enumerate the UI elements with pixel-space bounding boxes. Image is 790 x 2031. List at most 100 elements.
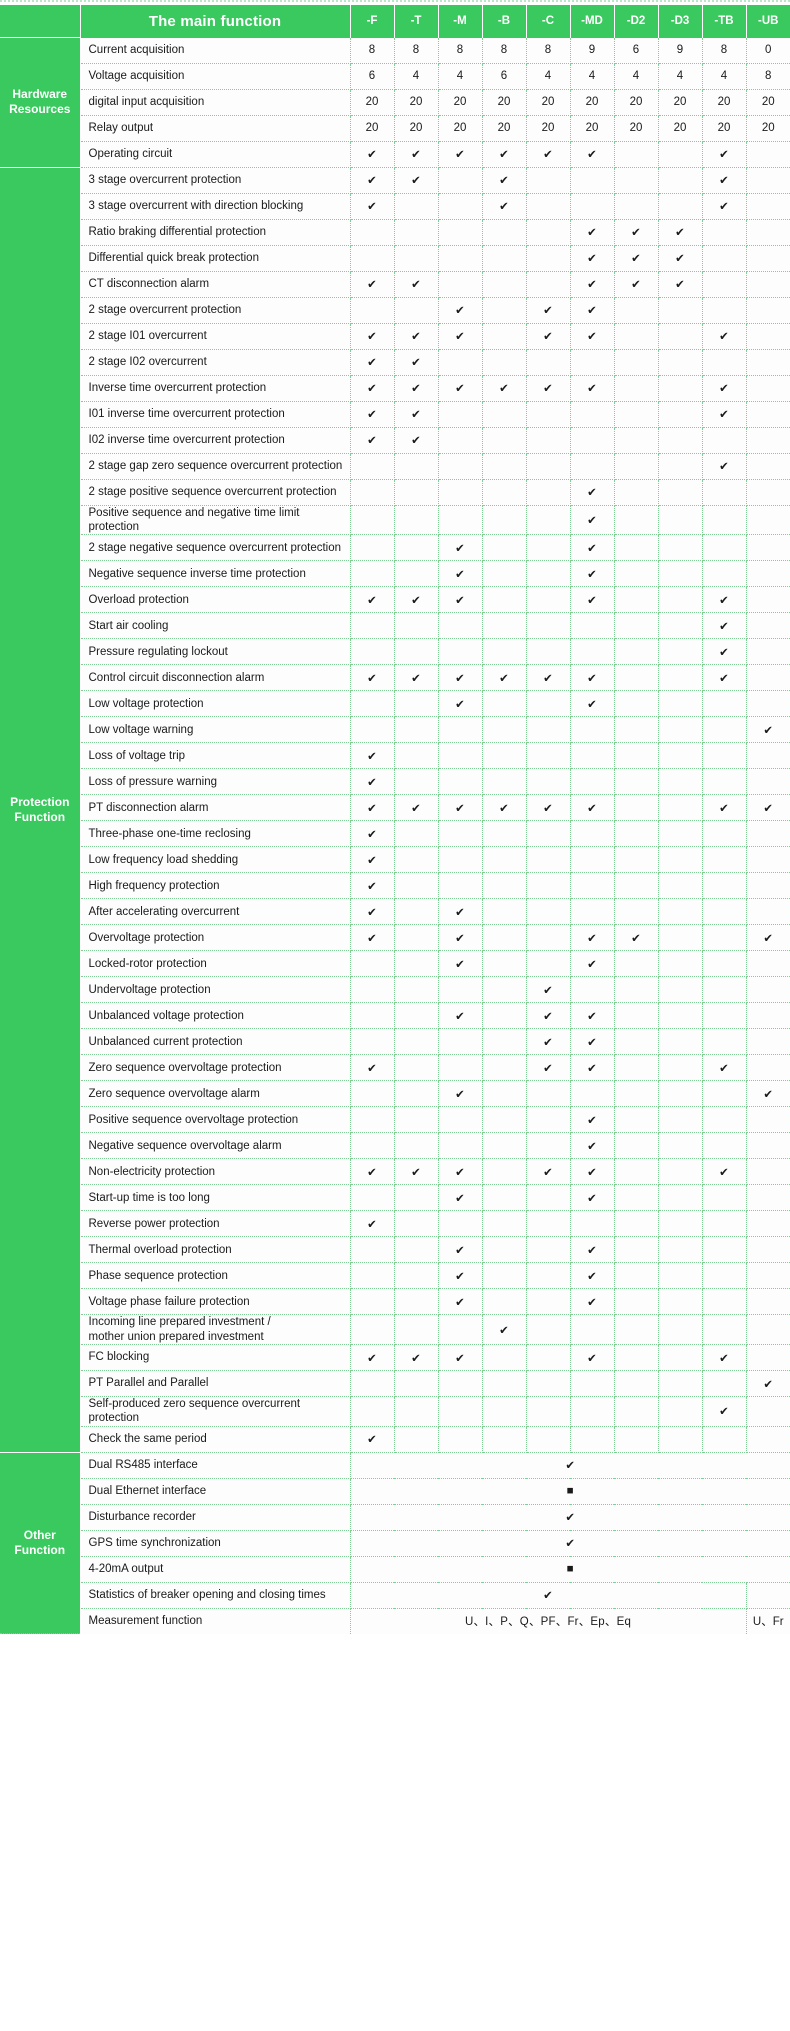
cell-ub <box>746 271 790 298</box>
cell-d3 <box>658 1054 703 1082</box>
cell-f <box>350 1080 395 1108</box>
cell-tb: ✔ <box>702 453 747 480</box>
cell-tb: ✔ <box>702 141 747 168</box>
cell-f <box>350 1002 395 1030</box>
cell-d3 <box>658 1344 703 1371</box>
cell-b <box>482 505 527 536</box>
cell-b <box>482 1106 527 1134</box>
cell-t: ✔ <box>394 794 439 822</box>
cell-b <box>482 534 527 562</box>
table-row: Locked-rotor protection ✔ ✔ <box>0 950 790 978</box>
cell-f <box>350 1396 395 1427</box>
cell-tb: ✔ <box>702 167 747 194</box>
cell-m <box>438 1426 483 1453</box>
cell-d3: ✔ <box>658 219 703 246</box>
function-name: Loss of voltage trip <box>80 742 351 770</box>
cell-t <box>394 612 439 640</box>
table-row: Self-produced zero sequence overcurrent … <box>0 1396 790 1427</box>
table-row: Low voltage protection ✔ ✔ <box>0 690 790 718</box>
cell-ub <box>746 167 790 194</box>
cell-c <box>526 1132 571 1160</box>
cell-c: ✔ <box>526 323 571 350</box>
cell-c <box>526 349 571 376</box>
cell-d3: ✔ <box>658 245 703 272</box>
cell-b <box>482 768 527 796</box>
cell-ub <box>746 820 790 848</box>
cell-t <box>394 505 439 536</box>
cell-ub <box>746 586 790 614</box>
cell-t <box>394 1028 439 1056</box>
cell-d2 <box>614 401 659 428</box>
cell-d3 <box>658 1028 703 1056</box>
cell-md: ✔ <box>570 323 615 350</box>
cell-md: ✔ <box>570 479 615 506</box>
cell-m: ✔ <box>438 141 483 168</box>
cell-d3: ✔ <box>658 271 703 298</box>
cell-f: 20 <box>350 115 395 142</box>
header-model-b: -B <box>482 5 527 38</box>
cell-c <box>526 427 571 454</box>
table-row: Statistics of breaker opening and closin… <box>0 1582 790 1609</box>
cell-t: 20 <box>394 115 439 142</box>
cell-m <box>438 271 483 298</box>
function-name: 2 stage positive sequence overcurrent pr… <box>80 479 351 506</box>
cell-t: ✔ <box>394 271 439 298</box>
cell-t <box>394 297 439 324</box>
cell-t: ✔ <box>394 401 439 428</box>
cell-m: ✔ <box>438 950 483 978</box>
cell-f <box>350 638 395 666</box>
table-row: After accelerating overcurrent ✔ ✔ <box>0 898 790 926</box>
cell-d2 <box>614 1132 659 1160</box>
table-row: Start air cooling ✔ <box>0 612 790 640</box>
cell-c <box>526 1344 571 1371</box>
cell-b: ✔ <box>482 1314 527 1345</box>
cell-ub: ✔ <box>746 716 790 744</box>
cell-md: ✔ <box>570 1028 615 1056</box>
table-row: Differential quick break protection ✔ ✔ ✔ <box>0 245 790 272</box>
table-row: Three-phase one-time reclosing ✔ <box>0 820 790 848</box>
cell-f <box>350 1236 395 1264</box>
cell-f: 8 <box>350 37 395 64</box>
cell-md: ✔ <box>570 950 615 978</box>
cell-tb <box>702 976 747 1004</box>
cell-d2 <box>614 505 659 536</box>
cell-ub <box>746 1314 790 1345</box>
table-row: Operating circuit ✔ ✔ ✔ ✔ ✔ ✔ ✔ <box>0 141 790 168</box>
cell-m <box>438 1106 483 1134</box>
cell-t <box>394 690 439 718</box>
cell-f: ✔ <box>350 167 395 194</box>
cell-m <box>438 427 483 454</box>
function-name: Differential quick break protection <box>80 245 351 272</box>
function-name: 2 stage I01 overcurrent <box>80 323 351 350</box>
cell-md <box>570 820 615 848</box>
cell-tb <box>702 349 747 376</box>
cell-t: ✔ <box>394 349 439 376</box>
cell-tb <box>702 534 747 562</box>
cell-d3 <box>658 375 703 402</box>
cell-d2 <box>614 1210 659 1238</box>
cell-t: ✔ <box>394 1344 439 1371</box>
table-row: Undervoltage protection ✔ <box>0 976 790 1004</box>
cell-b <box>482 1262 527 1290</box>
function-name: Dual Ethernet interface <box>80 1478 351 1505</box>
cell-c <box>526 505 571 536</box>
cell-d3 <box>658 505 703 536</box>
table-row: PT Parallel and Parallel ✔ <box>0 1370 790 1397</box>
cell-ub <box>746 1158 790 1186</box>
cell-f <box>350 950 395 978</box>
cell-m <box>438 219 483 246</box>
table-row: Unbalanced current protection ✔ ✔ <box>0 1028 790 1056</box>
cell-t: 4 <box>394 63 439 90</box>
function-name: 2 stage negative sequence overcurrent pr… <box>80 534 351 562</box>
cell-md <box>570 638 615 666</box>
function-name: I02 inverse time overcurrent protection <box>80 427 351 454</box>
cell-m: ✔ <box>438 297 483 324</box>
cell-tb <box>702 846 747 874</box>
cell-f: ✔ <box>350 1158 395 1186</box>
cell-f: ✔ <box>350 924 395 952</box>
cell-c <box>526 1262 571 1290</box>
cell-t <box>394 742 439 770</box>
function-name: Incoming line prepared investment / moth… <box>80 1314 351 1345</box>
cell-m <box>438 976 483 1004</box>
cell-tb: 20 <box>702 89 747 116</box>
